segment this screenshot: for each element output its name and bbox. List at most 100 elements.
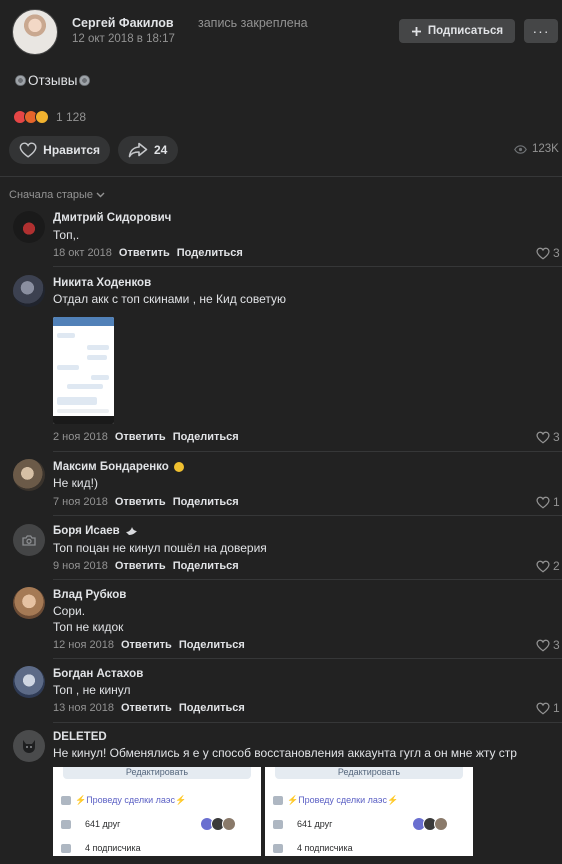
comment-like-count: 1 [553, 495, 560, 509]
avatar [13, 730, 45, 762]
comment-meta: 13 ноя 2018 Ответить Поделиться [53, 702, 245, 714]
heart-icon [536, 496, 550, 509]
comment-date[interactable]: 13 ноя 2018 [53, 702, 114, 714]
share-link[interactable]: Поделиться [179, 639, 245, 651]
share-button[interactable]: 24 [118, 136, 178, 164]
comment-like-count: 3 [553, 246, 560, 260]
comment-text: Топ не кидок [53, 620, 124, 634]
more-options-button[interactable]: ··· [524, 19, 558, 43]
share-link[interactable]: Поделиться [173, 560, 239, 572]
comment-text: Топ,. [53, 228, 80, 242]
avatar[interactable] [13, 211, 45, 243]
comment-meta: 18 окт 2018 Ответить Поделиться [53, 247, 243, 259]
comment-like[interactable]: 3 [536, 246, 560, 260]
friend-avatars [200, 817, 236, 831]
attached-screenshot[interactable]: Редактировать ⚡Проведу сделки лаэс⚡ 641 … [265, 767, 473, 856]
comment-author[interactable]: Максим Бондаренко [53, 461, 184, 473]
reply-link[interactable]: Ответить [119, 247, 170, 259]
comment-author[interactable]: Никита Ходенков [53, 277, 151, 289]
comment-like[interactable]: 2 [536, 559, 560, 573]
post-text: Отзывы [15, 73, 91, 88]
comment-divider [53, 451, 562, 452]
comment-author-name: Максим Бондаренко [53, 461, 169, 473]
share-link[interactable]: Поделиться [179, 702, 245, 714]
comment-text: Не кид!) [53, 476, 98, 490]
reply-link[interactable]: Ответить [121, 702, 172, 714]
heart-icon [536, 639, 550, 652]
comment-date[interactable]: 2 ноя 2018 [53, 431, 108, 443]
avatar[interactable] [13, 275, 45, 307]
comment-text: Топ , не кинул [53, 683, 131, 697]
subscribe-button[interactable]: Подписаться [399, 19, 515, 43]
attached-screenshot[interactable]: Редактировать ⚡Проведу сделки лаэс⚡ 641 … [53, 767, 261, 856]
comment-meta: 7 ноя 2018 Ответить Поделиться [53, 496, 239, 508]
avatar[interactable] [13, 666, 45, 698]
like-button[interactable]: Нравится [9, 136, 110, 164]
friends-icon [61, 819, 71, 829]
author-avatar[interactable] [12, 9, 58, 55]
friends-icon [273, 819, 283, 829]
comment-author[interactable]: Дмитрий Сидорович [53, 212, 171, 224]
comment-like[interactable]: 3 [536, 638, 560, 652]
comment-icon [273, 795, 283, 805]
gear-emoji-icon [15, 75, 26, 86]
views-counter: 123K [514, 143, 559, 155]
heart-icon [536, 431, 550, 444]
comment-date[interactable]: 18 окт 2018 [53, 247, 112, 259]
more-icon: ··· [532, 23, 550, 39]
reactions-summary[interactable]: 1 128 [13, 110, 86, 124]
dove-icon [125, 526, 137, 535]
plus-icon [411, 26, 421, 36]
edit-label: Редактировать [63, 767, 251, 779]
share-link[interactable]: Поделиться [173, 496, 239, 508]
reply-link[interactable]: Ответить [115, 431, 166, 443]
share-link[interactable]: Поделиться [173, 431, 239, 443]
comment-author[interactable]: Богдан Астахов [53, 668, 143, 680]
sort-toggle[interactable]: Сначала старые [9, 189, 105, 201]
author-name[interactable]: Сергей Факилов [72, 16, 174, 30]
divider [0, 176, 562, 177]
post-header: Сергей Факилов запись закреплена 12 окт … [0, 0, 562, 62]
share-link[interactable]: Поделиться [177, 247, 243, 259]
comment-divider [53, 515, 562, 516]
reply-link[interactable]: Ответить [121, 639, 172, 651]
avatar[interactable] [13, 524, 45, 556]
reply-link[interactable]: Ответить [115, 560, 166, 572]
comment-date[interactable]: 12 ноя 2018 [53, 639, 114, 651]
comment-date[interactable]: 9 ноя 2018 [53, 560, 108, 572]
edit-label: Редактировать [275, 767, 463, 779]
heart-icon [536, 560, 550, 573]
comment-meta: 2 ноя 2018 Ответить Поделиться [53, 431, 239, 443]
comment-like[interactable]: 1 [536, 495, 560, 509]
share-icon [128, 142, 148, 158]
dog-icon [23, 740, 35, 753]
eye-icon [514, 144, 527, 154]
avatar[interactable] [13, 459, 45, 491]
love-reaction-icon [35, 110, 49, 124]
comment-divider [53, 579, 562, 580]
comment-text: Топ поцан не кинул пошёл на доверия [53, 541, 267, 555]
comment-meta: 12 ноя 2018 Ответить Поделиться [53, 639, 245, 651]
comment-like[interactable]: 3 [536, 430, 560, 444]
attached-screenshot[interactable] [53, 317, 114, 424]
comment-date[interactable]: 7 ноя 2018 [53, 496, 108, 508]
followers-label: 4 подписчика [85, 843, 141, 853]
status-text: ⚡Проведу сделки лаэс⚡ [287, 794, 399, 805]
comment-like[interactable]: 1 [536, 701, 560, 715]
comment-divider [53, 658, 562, 659]
comment-like-count: 1 [553, 701, 560, 715]
post-text-content: Отзывы [28, 73, 78, 88]
comment-text: Отдал акк с топ скинами , не Кид советую [53, 292, 286, 306]
avatar[interactable] [13, 587, 45, 619]
comment-text: Не кинул! Обменялись я е у способ восста… [53, 746, 517, 760]
comment-icon [61, 795, 71, 805]
reply-link[interactable]: Ответить [115, 496, 166, 508]
heart-icon [19, 142, 37, 158]
rss-icon [273, 843, 283, 853]
like-label: Нравится [43, 143, 100, 157]
comment-author[interactable]: Боря Исаев [53, 525, 138, 537]
post-date[interactable]: 12 окт 2018 в 18:17 [72, 33, 175, 45]
reaction-count: 1 128 [56, 110, 87, 124]
comment-like-count: 3 [553, 638, 560, 652]
comment-author[interactable]: Влад Рубков [53, 589, 126, 601]
